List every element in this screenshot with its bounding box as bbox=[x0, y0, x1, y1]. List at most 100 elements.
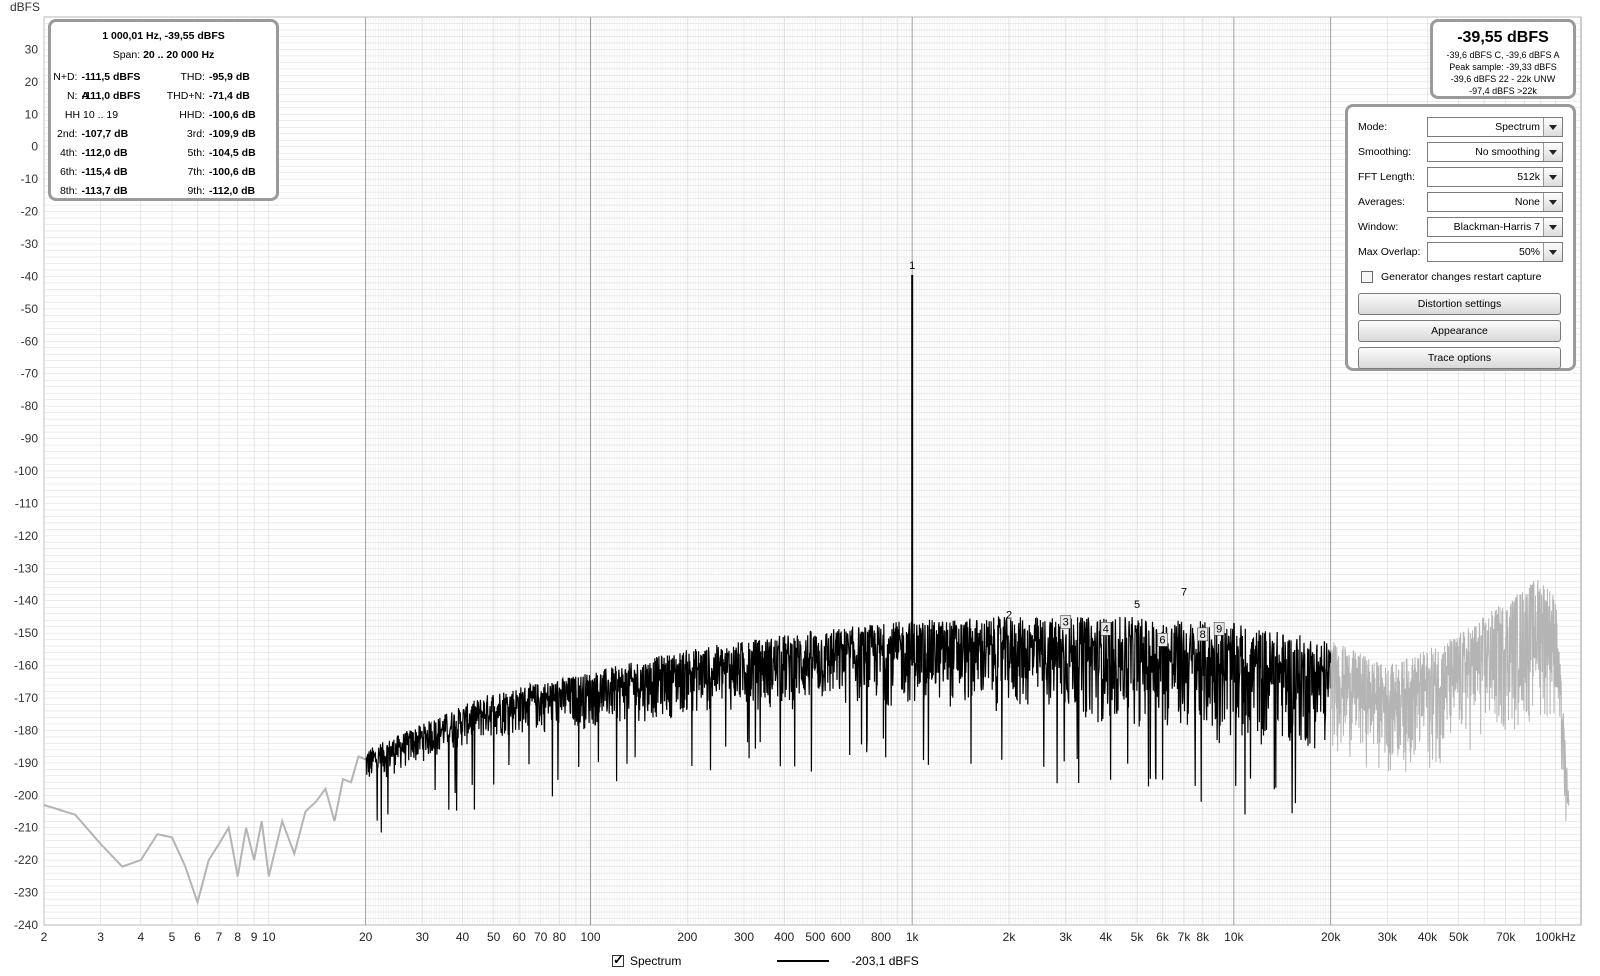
y-tick-label: -20 bbox=[21, 205, 39, 219]
x-tick-label: 70 bbox=[534, 930, 548, 944]
smoothing-select[interactable]: No smoothing bbox=[1427, 141, 1563, 162]
restart-capture-option[interactable]: Generator changes restart capture bbox=[1358, 264, 1563, 289]
distortion-settings-button[interactable]: Distortion settings bbox=[1358, 293, 1561, 315]
metric-label: N+D: bbox=[53, 71, 78, 83]
y-tick-label: -40 bbox=[21, 269, 39, 283]
metric-value: -100,6 dB bbox=[208, 166, 256, 178]
x-tick-label: 1k bbox=[906, 930, 920, 944]
metric-value: -71,4 dB bbox=[208, 90, 250, 102]
x-tick-label: 3k bbox=[1059, 930, 1073, 944]
x-tick-label: 3 bbox=[97, 930, 104, 944]
x-tick-label: 7k bbox=[1178, 930, 1192, 944]
x-tick-label: 6 bbox=[194, 930, 201, 944]
y-tick-label: -210 bbox=[14, 821, 38, 835]
smoothing-label: Smoothing: bbox=[1358, 145, 1412, 158]
x-tick-label: 60 bbox=[512, 930, 526, 944]
metric-value: -95,9 dB bbox=[208, 71, 250, 83]
appearance-button[interactable]: Appearance bbox=[1358, 320, 1561, 342]
peak-readout: 1 000,01 Hz, -39,55 dBFS bbox=[102, 30, 225, 42]
y-tick-label: 10 bbox=[25, 107, 39, 121]
x-tick-label: 5 bbox=[169, 930, 176, 944]
metric-label: HH 10 .. 19 bbox=[64, 109, 119, 121]
span-readout: Span: 20 .. 20 000 Hz bbox=[112, 49, 215, 61]
x-tick-label: 50k bbox=[1449, 930, 1469, 944]
harmonic-marker-label: 6 bbox=[1159, 634, 1165, 646]
analysis-controls-panel: Mode: Spectrum Smoothing: No smoothing F… bbox=[1345, 104, 1576, 371]
x-tick-label: 80 bbox=[553, 930, 567, 944]
y-tick-label: -100 bbox=[14, 464, 38, 478]
restart-capture-checkbox[interactable] bbox=[1361, 270, 1373, 283]
x-tick-label: 8 bbox=[234, 930, 241, 944]
fft-length-row: FFT Length: 512k bbox=[1358, 164, 1563, 189]
y-tick-label: -10 bbox=[21, 172, 39, 186]
harmonic-marker-label: 7 bbox=[1181, 586, 1187, 598]
chevron-down-icon[interactable] bbox=[1543, 192, 1562, 211]
x-tick-label: 100 bbox=[580, 930, 600, 944]
metric-value: -112,0 dB bbox=[81, 147, 128, 159]
x-tick-label: 30k bbox=[1378, 930, 1398, 944]
fft-length-label: FFT Length: bbox=[1358, 170, 1416, 183]
mode-label: Mode: bbox=[1358, 120, 1388, 133]
metric-row: 4th: -112,0 dB 5th: -104,5 dB bbox=[51, 144, 276, 163]
fft-length-select[interactable]: 512k bbox=[1427, 166, 1563, 187]
x-tick-label: 300 bbox=[734, 930, 754, 944]
x-tick-label: 10k bbox=[1224, 930, 1244, 944]
level-peak-sample: Peak sample: -39,33 dBFS bbox=[1449, 62, 1557, 72]
max-overlap-select[interactable]: 50% bbox=[1427, 241, 1563, 262]
distortion-metrics: N+D: -111,5 dBFS A THD: -95,9 dB N: -111,0 dB… bbox=[51, 68, 276, 201]
spectrum-legend-label: Spectrum bbox=[630, 954, 682, 968]
chevron-down-icon[interactable] bbox=[1543, 217, 1562, 236]
x-tick-label: 5k bbox=[1131, 930, 1145, 944]
chevron-down-icon[interactable] bbox=[1543, 167, 1562, 186]
y-tick-label: -80 bbox=[21, 399, 39, 413]
metric-row: 6th: -115,4 dB 7th: -100,6 dB bbox=[51, 163, 276, 182]
y-axis-unit: dBFS bbox=[10, 0, 41, 14]
y-tick-label: -120 bbox=[14, 529, 38, 543]
x-tick-label: 7 bbox=[216, 930, 223, 944]
metric-value: -109,9 dB bbox=[208, 128, 256, 140]
y-axis-labels: 30 20 10 0 -10 -20 -30 -40 -50 -60 -70 -80 -90 -100 -1… bbox=[14, 42, 38, 932]
mode-select[interactable]: Spectrum bbox=[1427, 116, 1563, 137]
metric-label: HHD: bbox=[179, 109, 205, 121]
metric-label: 3rd: bbox=[186, 128, 205, 140]
harmonic-marker-label: 4 bbox=[1103, 623, 1109, 635]
spectrum-visibility-checkbox[interactable] bbox=[612, 952, 624, 968]
max-overlap-row: Max Overlap: 50% bbox=[1358, 239, 1563, 264]
metric-label: N: bbox=[66, 90, 78, 102]
metric-label: 7th: bbox=[187, 166, 205, 178]
chevron-down-icon[interactable] bbox=[1543, 242, 1562, 261]
x-tick-label: 600 bbox=[831, 930, 851, 944]
y-tick-label: -170 bbox=[14, 691, 38, 705]
chevron-down-icon[interactable] bbox=[1543, 117, 1562, 136]
trace-options-button[interactable]: Trace options bbox=[1358, 347, 1561, 369]
metric-label: 4th: bbox=[59, 147, 78, 159]
metric-value: -112,0 dB bbox=[208, 185, 256, 197]
x-tick-label: 8k bbox=[1196, 930, 1210, 944]
y-tick-label: -60 bbox=[21, 334, 39, 348]
x-tick-label: 40 bbox=[456, 930, 470, 944]
harmonic-marker-label: 2 bbox=[1006, 609, 1012, 621]
metric-value: -107,7 dB bbox=[81, 128, 129, 140]
window-row: Window: Blackman-Harris 7 bbox=[1358, 214, 1563, 239]
level-main-value: -39,55 dBFS bbox=[1457, 29, 1549, 46]
chevron-down-icon[interactable] bbox=[1543, 142, 1562, 161]
metric-label: 9th: bbox=[187, 185, 205, 197]
metric-row: N: -111,0 dBFS THD+N: -71,4 dB bbox=[51, 87, 276, 106]
x-tick-label: 100kHz bbox=[1535, 930, 1576, 944]
window-select[interactable]: Blackman-Harris 7 bbox=[1427, 216, 1563, 237]
x-tick-label: 40k bbox=[1418, 930, 1438, 944]
y-tick-label: -150 bbox=[14, 626, 38, 640]
cursor-value-readout: -203,1 dBFS bbox=[851, 954, 919, 968]
mode-row: Mode: Spectrum bbox=[1358, 114, 1563, 139]
metric-label: 5th: bbox=[187, 147, 205, 159]
x-tick-label: 20 bbox=[359, 930, 373, 944]
x-tick-label: 200 bbox=[677, 930, 697, 944]
harmonic-marker-label: 5 bbox=[1134, 599, 1140, 611]
y-tick-label: 30 bbox=[25, 42, 39, 56]
averages-select[interactable]: None bbox=[1427, 191, 1563, 212]
y-tick-label: -30 bbox=[21, 237, 39, 251]
harmonic-marker-label: 8 bbox=[1200, 629, 1206, 641]
metric-label: THD+N: bbox=[166, 90, 205, 102]
x-tick-label: 20k bbox=[1321, 930, 1341, 944]
trace-legend: Spectrum -203,1 dBFS bbox=[612, 952, 919, 970]
